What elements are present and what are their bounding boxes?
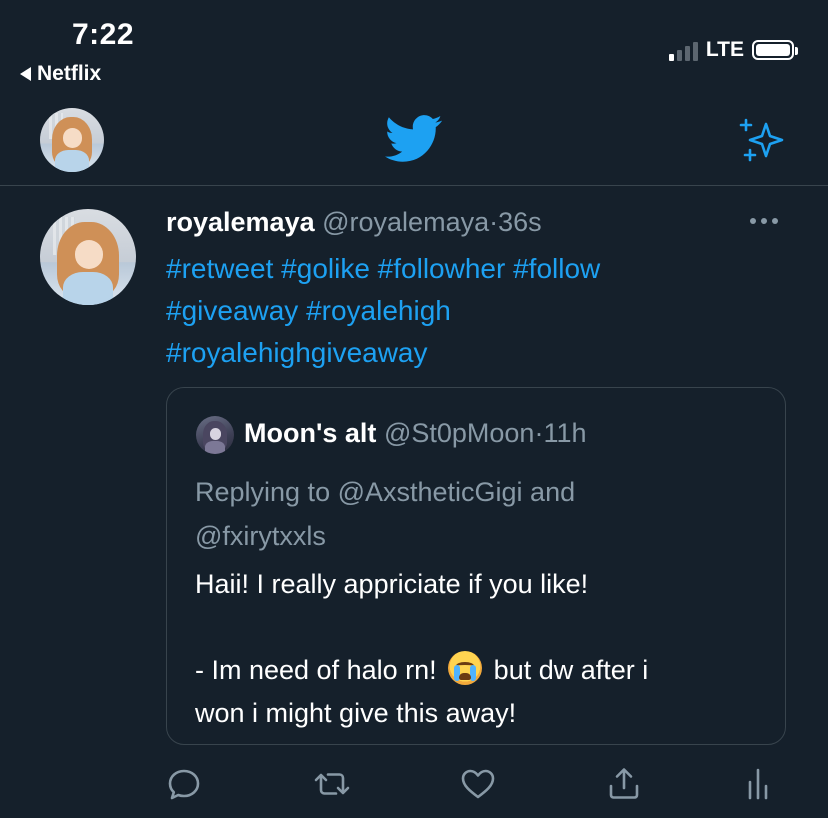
tweet-header: royalemaya @royalemaya·36s bbox=[166, 207, 542, 238]
quoted-body-line: won i might give this away! bbox=[195, 698, 517, 728]
status-indicators: LTE bbox=[668, 38, 798, 62]
header-divider bbox=[0, 185, 828, 186]
crying-face-emoji-icon bbox=[448, 651, 483, 685]
like-icon[interactable] bbox=[458, 764, 498, 804]
tweet-author-avatar[interactable] bbox=[40, 209, 136, 305]
status-time: 7:22 bbox=[72, 18, 135, 51]
network-type: LTE bbox=[705, 38, 744, 61]
back-to-app-link[interactable]: Netflix bbox=[20, 62, 101, 86]
quoted-tweet-text: Haii! I really appriciate if you like! -… bbox=[195, 563, 765, 735]
reply-icon[interactable] bbox=[164, 764, 204, 804]
hashtags-line[interactable]: #royalehighgiveaway bbox=[166, 332, 766, 374]
more-options-icon[interactable] bbox=[750, 210, 786, 232]
hashtags-line[interactable]: #retweet #golike #followher #follow bbox=[166, 248, 766, 290]
tweet-display-name[interactable]: royalemaya bbox=[166, 207, 315, 237]
retweet-icon[interactable] bbox=[312, 764, 352, 804]
sparkle-icon[interactable] bbox=[738, 116, 790, 164]
replying-to-line: @fxirytxxls bbox=[195, 521, 326, 551]
tweet-handle[interactable]: @royalemaya bbox=[322, 207, 489, 237]
twitter-bird-icon[interactable] bbox=[385, 114, 443, 164]
quoted-handle: @St0pMoon bbox=[383, 418, 535, 448]
tweet-text: #retweet #golike #followher #follow #giv… bbox=[166, 248, 766, 374]
cellular-signal-icon bbox=[668, 39, 698, 61]
quoted-display-name: Moon's alt bbox=[244, 418, 377, 448]
back-app-label: Netflix bbox=[37, 62, 102, 85]
share-icon[interactable] bbox=[604, 764, 644, 804]
quoted-author-avatar bbox=[196, 416, 234, 454]
quoted-body-segment: but dw after i bbox=[493, 655, 649, 685]
replying-to-text: Replying to @AxstheticGigi and @fxirytxx… bbox=[195, 470, 755, 558]
quoted-body-line: Haii! I really appriciate if you like! bbox=[195, 569, 589, 599]
replying-to-line: Replying to @AxstheticGigi and bbox=[195, 477, 576, 507]
tweet-timestamp[interactable]: 36s bbox=[498, 207, 542, 237]
quoted-tweet-header: Moon's alt @St0pMoon·11h bbox=[244, 418, 586, 449]
quoted-body-segment: - Im need of halo rn! bbox=[195, 655, 437, 685]
back-arrow-icon bbox=[20, 67, 31, 81]
battery-icon bbox=[752, 40, 798, 60]
analytics-icon[interactable] bbox=[738, 764, 778, 804]
quoted-body-line: - Im need of halo rn! but dw after i bbox=[195, 649, 765, 692]
quoted-timestamp: 11h bbox=[543, 418, 587, 448]
hashtags-line[interactable]: #giveaway #royalehigh bbox=[166, 290, 766, 332]
tweet-separator: · bbox=[489, 207, 499, 237]
profile-avatar-button[interactable] bbox=[40, 108, 104, 172]
